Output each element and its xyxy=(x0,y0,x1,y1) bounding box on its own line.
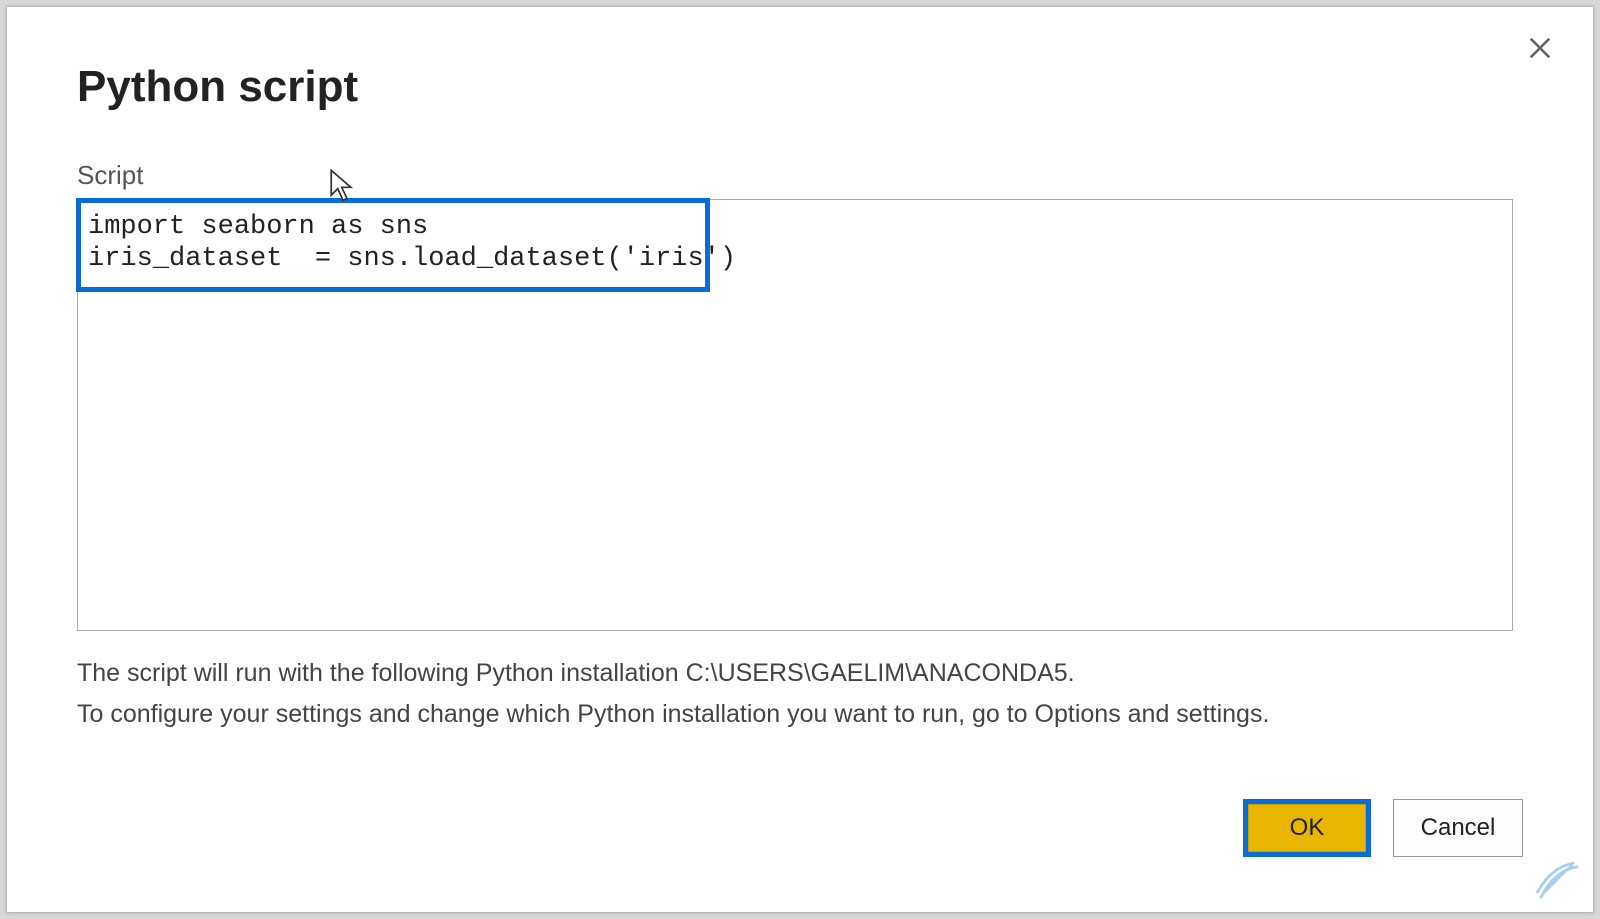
info-line-1: The script will run with the following P… xyxy=(77,653,1523,694)
watermark-icon xyxy=(1532,861,1586,905)
annotation-highlight-ok: OK xyxy=(1243,799,1371,857)
close-icon xyxy=(1526,34,1554,62)
info-line-2: To configure your settings and change wh… xyxy=(77,694,1523,735)
ok-button[interactable]: OK xyxy=(1248,804,1366,852)
dialog-content: Python script Script The script will run… xyxy=(7,7,1593,766)
installation-info: The script will run with the following P… xyxy=(77,653,1523,736)
script-field-label: Script xyxy=(77,160,1523,191)
script-input[interactable] xyxy=(78,200,1512,630)
dialog-button-row: OK Cancel xyxy=(1243,799,1523,857)
cancel-button[interactable]: Cancel xyxy=(1393,799,1523,857)
close-button[interactable] xyxy=(1523,31,1557,65)
script-editor-container xyxy=(77,199,1513,631)
dialog-title: Python script xyxy=(77,62,1523,112)
python-script-dialog: Python script Script The script will run… xyxy=(6,6,1594,913)
